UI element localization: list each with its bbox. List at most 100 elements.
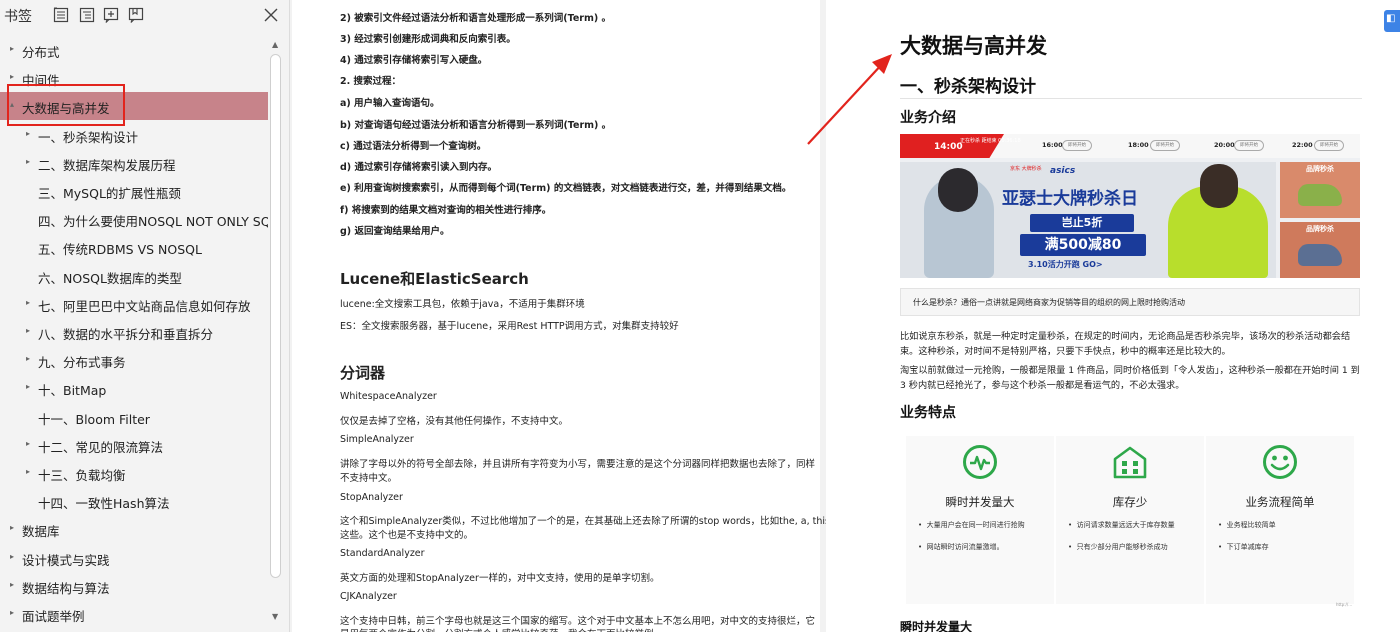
feature-bullet: • 只有少部分用户能够秒杀成功	[1068, 543, 1168, 551]
expand-arrow-icon[interactable]: ▸	[26, 129, 34, 139]
bookmark-label: 十四、一致性Hash算法	[38, 496, 170, 512]
banner-slot-time: 20:00	[1214, 141, 1235, 149]
bookmark-item[interactable]: 五、传统RDBMS VS NOSQL	[0, 233, 268, 261]
bookmark-item[interactable]: ▸ 数据结构与算法	[0, 572, 268, 600]
feature-bullet: • 网站瞬时访问流量激增。	[918, 543, 1004, 551]
text-line: d) 通过索引存储将索引读入到内存。	[340, 162, 497, 173]
expand-arrow-icon[interactable]: ▸	[10, 608, 18, 618]
expand-arrow-icon[interactable]: ▸	[10, 72, 18, 82]
bookmark-label: 十二、常见的限流算法	[38, 439, 164, 455]
bookmark-label: 十一、Bloom Filter	[38, 411, 150, 427]
expand-arrow-icon[interactable]: ▸	[26, 157, 34, 167]
banner-slot-pill: 即将开始	[1234, 140, 1264, 151]
banner-slot-time: 22:00	[1292, 141, 1313, 149]
text-line: f) 将搜索到的结果文档对查询的相关性进行排序。	[340, 205, 552, 216]
text-line: CJKAnalyzer	[340, 591, 397, 602]
bookmark-item[interactable]: ▸ 分布式	[0, 36, 268, 64]
expand-all-icon[interactable]	[52, 6, 70, 24]
text-line: WhitespaceAnalyzer	[340, 391, 437, 402]
pulse-icon	[962, 444, 998, 480]
bookmark-item[interactable]: ▸ 面试题举例	[0, 600, 268, 628]
bookmark-item[interactable]: ▸ 数据库	[0, 515, 268, 543]
scroll-down-icon[interactable]: ▼	[272, 612, 278, 621]
side-card-title: 品牌秒杀	[1306, 225, 1334, 233]
feature-title: 库存少	[1112, 495, 1148, 509]
expand-arrow-icon[interactable]: ▸	[26, 439, 34, 449]
bookmark-item[interactable]: ▸ 七、阿里巴巴中文站商品信息如何存放	[0, 290, 268, 318]
sidebar-toolbar: 书签	[0, 0, 290, 32]
text-line: 这个支持中日韩，前三个字母也就是这三个国家的缩写。这个对于中文基本上不怎么用吧，…	[340, 616, 816, 627]
section-heading: 分词器	[340, 364, 386, 382]
definition-callout: 什么是秒杀？通俗一点讲就是网络商家为促销等目的组织的网上限时抢购活动	[900, 288, 1360, 316]
bookmark-label: 四、为什么要使用NOSQL NOT ONLY SQL	[38, 214, 268, 230]
banner-model-right-head	[1200, 164, 1238, 208]
document-page-right: 大数据与高并发 一、秒杀架构设计 业务介绍 14:00 正在秒杀 距结束 00:…	[826, 0, 1400, 632]
feature-bullet: • 访问请求数量远远大于库存数量	[1068, 521, 1175, 529]
expand-arrow-icon[interactable]: ▸	[10, 580, 18, 590]
document-page-left: 2) 被索引文件经过语法分析和语言处理形成一系列词(Term) 。 3) 经过索引…	[292, 0, 830, 632]
bookmark-label: 八、数据的水平拆分和垂直拆分	[38, 327, 214, 342]
close-icon[interactable]	[262, 6, 280, 24]
text-line: 是用每两个字作为分割，分割方式个人感觉比较奇葩，我会在下面比较举例。	[340, 626, 663, 632]
bookmark-item[interactable]: 三、MySQL的扩展性瓶颈	[0, 177, 268, 205]
bookmark-item[interactable]: ▸ 十三、负载均衡	[0, 459, 268, 487]
side-card-title: 品牌秒杀	[1306, 165, 1334, 173]
bookmark-item[interactable]: 四、为什么要使用NOSQL NOT ONLY SQL	[0, 205, 268, 233]
expand-arrow-icon[interactable]: ▸	[26, 354, 34, 364]
banner-hero: 京东 大牌秒杀 asics 亚瑟士大牌秒杀日 岂止5折 满500减80 3.10…	[900, 162, 1276, 278]
paragraph: 比如说京东秒杀，就是一种定时定量秒杀，在规定的时间内，无论商品是否秒杀完毕，该场…	[900, 331, 1351, 357]
banner-slot-time: 18:00	[1128, 141, 1149, 149]
bookmark-label: 一、秒杀架构设计	[38, 129, 139, 145]
text-line: 2. 搜索过程：	[340, 76, 402, 87]
sidebar-scroll-thumb[interactable]	[270, 54, 281, 578]
floating-tool-badge[interactable]: ◧	[1384, 10, 1400, 32]
text-line: 2) 被索引文件经过语法分析和语言处理形成一系列词(Term) 。	[340, 13, 611, 24]
bookmark-item[interactable]: ▸ 二、数据库架构发展历程	[0, 149, 268, 177]
scroll-up-icon[interactable]: ▲	[272, 40, 278, 49]
feature-bullet: • 业务程比较简单	[1218, 521, 1276, 529]
expand-arrow-icon[interactable]: ▸	[10, 44, 18, 54]
annotation-highlight-box	[7, 84, 125, 126]
banner-time-strip: 14:00 正在秒杀 距结束 00:36:18 16:00 即将开始 18:00…	[900, 134, 1360, 158]
shoe-image	[1298, 244, 1342, 266]
banner-jd-tag: 京东 大牌秒杀	[1010, 166, 1042, 172]
page-title: 大数据与高并发	[900, 34, 1047, 58]
banner-current-time: 14:00	[934, 142, 963, 152]
text-line: 仅仅是去掉了空格，没有其他任何操作，不支持中文。	[340, 416, 569, 427]
text-line: a) 用户输入查询语句。	[340, 98, 440, 109]
text-line: StopAnalyzer	[340, 492, 403, 503]
heading-divider	[900, 98, 1362, 99]
text-line: 4) 通过索引存储将索引写入硬盘。	[340, 55, 488, 66]
text-line: 不支持中文。	[340, 473, 398, 484]
bookmark-item[interactable]: ▸ 十、BitMap	[0, 374, 268, 402]
bookmark-properties-icon[interactable]	[127, 6, 145, 24]
bookmark-label: 六、NOSQL数据库的类型	[38, 270, 182, 286]
bookmark-item[interactable]: ▸ 十二、常见的限流算法	[0, 431, 268, 459]
bookmark-item[interactable]: 十四、一致性Hash算法	[0, 487, 268, 515]
expand-arrow-icon[interactable]: ▸	[26, 326, 34, 336]
banner-slot-time: 16:00	[1042, 141, 1063, 149]
feature-bullet: • 下订单减库存	[1218, 543, 1269, 551]
bookmark-item[interactable]: 六、NOSQL数据库的类型	[0, 262, 268, 290]
image-credit: http://…	[1336, 602, 1353, 607]
collapse-all-icon[interactable]	[78, 6, 96, 24]
text-line: ES：全文搜索服务器，基于lucene，采用Rest HTTP调用方式，对集群支…	[340, 321, 679, 332]
bookmark-label: 二、数据库架构发展历程	[38, 157, 176, 173]
feature-card: 瞬时并发量大 • 大量用户会在同一时间进行抢购 • 网站瞬时访问流量激增。	[906, 436, 1054, 604]
feature-card: 业务流程简单 • 业务程比较简单 • 下订单减库存	[1206, 436, 1354, 604]
bookmark-sidebar: 书签 ▸ 分布式 ▸ 中间件 ▴ 大数据与高并发 ▸ 一、秒杀架构设计 ▸ 二、数据库架构发展历程…	[0, 0, 290, 632]
expand-arrow-icon[interactable]: ▸	[26, 298, 34, 308]
expand-arrow-icon[interactable]: ▸	[26, 382, 34, 392]
add-bookmark-icon[interactable]	[102, 6, 120, 24]
bookmark-label: 分布式	[22, 45, 60, 60]
expand-arrow-icon[interactable]: ▸	[26, 467, 34, 477]
bookmark-label: 十、BitMap	[38, 383, 107, 399]
bookmark-item[interactable]: ▸ 设计模式与实践	[0, 544, 268, 572]
callout-text: 什么是秒杀？通俗一点讲就是网络商家为促销等目的组织的网上限时抢购活动	[913, 298, 1185, 307]
bookmark-item[interactable]: ▸ 八、数据的水平拆分和垂直拆分	[0, 318, 268, 346]
expand-arrow-icon[interactable]: ▸	[10, 523, 18, 533]
text-line: b) 对查询语句经过语法分析和语言分析得到一系列词(Term) 。	[340, 120, 612, 131]
bookmark-item[interactable]: 十一、Bloom Filter	[0, 403, 268, 431]
expand-arrow-icon[interactable]: ▸	[10, 552, 18, 562]
bookmark-item[interactable]: ▸ 九、分布式事务	[0, 346, 268, 374]
